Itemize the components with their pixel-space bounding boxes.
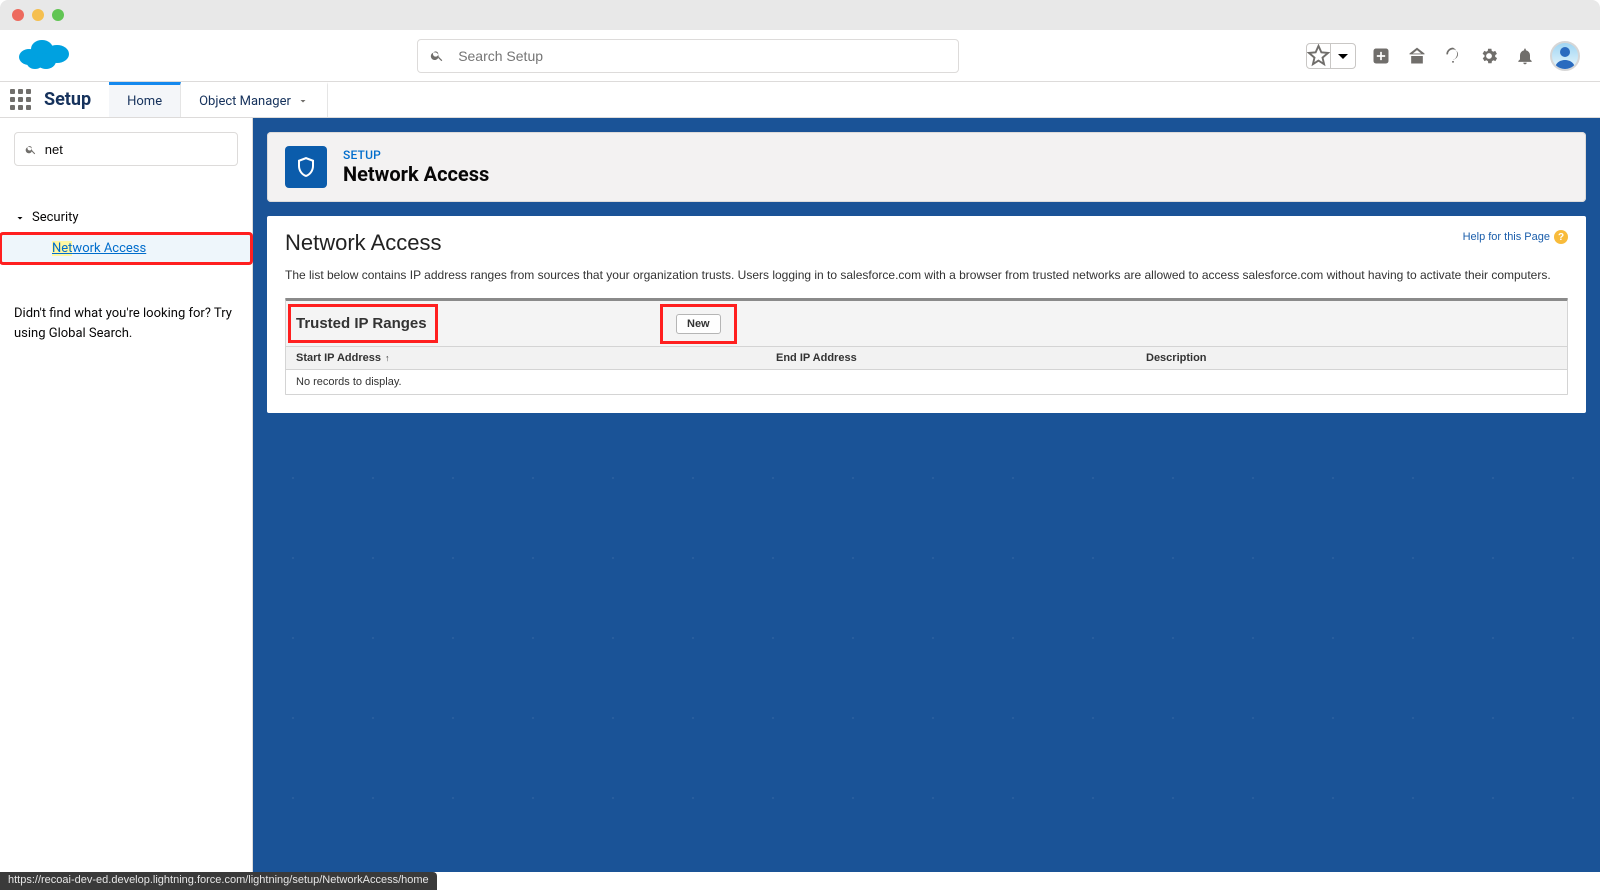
main-stage: SETUP Network Access Network Access Help…	[253, 118, 1600, 872]
star-icon	[1307, 44, 1330, 67]
sidebar-section-security[interactable]: Security	[14, 210, 238, 225]
setup-sidebar: Security Network Access Didn't find what…	[0, 118, 253, 872]
help-for-page-link[interactable]: Help for this Page ?	[1463, 230, 1568, 244]
global-actions-icon[interactable]	[1370, 45, 1392, 67]
global-header	[0, 30, 1600, 82]
app-launcher-icon[interactable]	[0, 82, 40, 117]
global-search-input[interactable]	[458, 48, 946, 64]
global-search[interactable]	[417, 39, 959, 73]
table-row-empty: No records to display.	[286, 370, 1567, 395]
help-link-label: Help for this Page	[1463, 231, 1550, 243]
tab-home[interactable]: Home	[109, 82, 181, 117]
minimize-window-dot[interactable]	[32, 9, 44, 21]
page-icon	[285, 146, 327, 188]
search-icon	[430, 48, 444, 63]
page-kicker: SETUP	[343, 148, 489, 162]
sidebar-item-network-access[interactable]: Network Access	[0, 233, 252, 264]
caret-down-icon	[1331, 44, 1355, 68]
favorites-menu[interactable]	[1306, 43, 1356, 69]
maximize-window-dot[interactable]	[52, 9, 64, 21]
list-title: Trusted IP Ranges	[296, 307, 430, 340]
content-description: The list below contains IP address range…	[285, 266, 1568, 284]
tab-object-manager[interactable]: Object Manager	[181, 82, 328, 117]
context-bar: Setup Home Object Manager	[0, 82, 1600, 118]
salesforce-logo[interactable]	[18, 34, 70, 78]
tab-home-label: Home	[127, 94, 162, 109]
chevron-down-icon	[14, 212, 26, 224]
app-name: Setup	[40, 82, 109, 117]
sidebar-item-label-rest: work Access	[72, 241, 146, 256]
empty-message: No records to display.	[286, 370, 1567, 395]
setup-gear-icon[interactable]	[1478, 45, 1500, 67]
col-description[interactable]: Description	[1136, 347, 1567, 370]
new-button[interactable]: New	[676, 314, 721, 334]
tab-object-manager-label: Object Manager	[199, 94, 291, 109]
help-icon[interactable]	[1442, 45, 1464, 67]
page-header: SETUP Network Access	[267, 132, 1586, 202]
sidebar-section-label: Security	[32, 210, 79, 225]
page-title: Network Access	[343, 162, 489, 186]
notifications-bell-icon[interactable]	[1514, 45, 1536, 67]
user-avatar[interactable]	[1550, 41, 1580, 71]
browser-status-bar: https://recoai-dev-ed.develop.lightning.…	[0, 872, 437, 890]
chevron-down-icon	[297, 95, 309, 107]
col-start-ip[interactable]: Start IP Address↑	[286, 347, 766, 370]
sort-asc-icon: ↑	[385, 353, 390, 363]
content-title: Network Access	[285, 230, 1463, 256]
window-chrome	[0, 0, 1600, 30]
ip-ranges-table: Start IP Address↑ End IP Address Descrip…	[286, 346, 1567, 394]
search-icon	[25, 143, 37, 156]
content-card: Network Access Help for this Page ? The …	[267, 216, 1586, 413]
sidebar-quick-find-input[interactable]	[45, 142, 227, 157]
guidance-center-icon[interactable]	[1406, 45, 1428, 67]
trusted-ip-ranges-list: Trusted IP Ranges New Start IP Address↑ …	[285, 298, 1568, 395]
shield-icon	[294, 155, 318, 179]
col-end-ip[interactable]: End IP Address	[766, 347, 1136, 370]
sidebar-hint: Didn't find what you're looking for? Try…	[14, 304, 238, 343]
help-icon: ?	[1554, 230, 1568, 244]
close-window-dot[interactable]	[12, 9, 24, 21]
sidebar-item-highlight: Net	[52, 241, 72, 256]
sidebar-quick-find[interactable]	[14, 132, 238, 166]
